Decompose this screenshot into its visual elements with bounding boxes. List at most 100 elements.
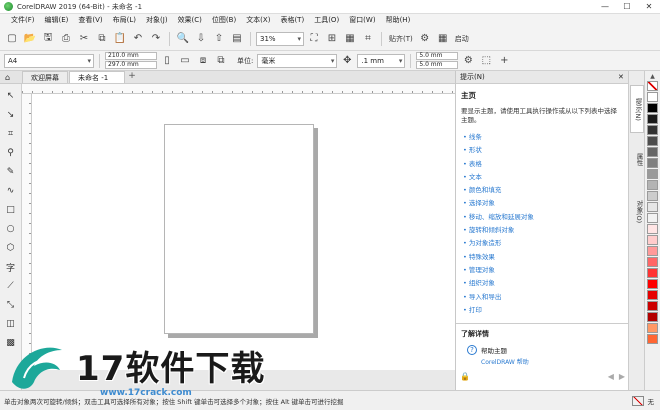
pick-tool-icon[interactable]: ↖ — [3, 88, 19, 104]
new-document-icon[interactable]: ▢ — [4, 31, 20, 47]
add-icon[interactable]: + — [496, 53, 512, 69]
export-icon[interactable]: ⇧ — [211, 31, 227, 47]
color-swatch[interactable] — [647, 136, 658, 146]
home-icon[interactable]: ⌂ — [5, 73, 10, 82]
color-swatch[interactable] — [647, 147, 658, 157]
color-swatch[interactable] — [647, 213, 658, 223]
copy-icon[interactable]: ⧉ — [94, 31, 110, 47]
menu-table[interactable]: 表格(T) — [275, 14, 309, 27]
publish-pdf-icon[interactable]: ▤ — [229, 31, 245, 47]
side-tab-objects[interactable]: 对象(O) — [630, 187, 644, 237]
freehand-tool-icon[interactable]: ✎ — [3, 164, 19, 180]
crop-tool-icon[interactable]: ⌗ — [3, 126, 19, 142]
hint-link-select-objects[interactable]: 选择对象 — [463, 197, 623, 210]
color-swatch[interactable] — [647, 158, 658, 168]
edit-frame-icon[interactable]: ⬚ — [478, 53, 494, 69]
maximize-button[interactable]: ☐ — [616, 0, 638, 14]
menu-object[interactable]: 对象(J) — [141, 14, 173, 27]
hint-link-print[interactable]: 打印 — [463, 304, 623, 317]
menu-window[interactable]: 窗口(W) — [344, 14, 380, 27]
drawing-canvas[interactable] — [32, 94, 455, 370]
undo-icon[interactable]: ↶ — [130, 31, 146, 47]
hint-link-manage-objects[interactable]: 管理对象 — [463, 264, 623, 277]
hint-link-effects[interactable]: 特殊效果 — [463, 251, 623, 264]
help-topic-item[interactable]: ? 帮助主题 CorelDRAW 帮助 — [467, 345, 624, 366]
save-icon[interactable]: 🖫 — [40, 31, 56, 47]
minimize-button[interactable]: — — [594, 0, 616, 14]
hint-link-lines[interactable]: 线条 — [463, 131, 623, 144]
menu-view[interactable]: 查看(V) — [73, 14, 107, 27]
hint-link-text[interactable]: 文本 — [463, 171, 623, 184]
current-page-icon[interactable]: ⧉ — [213, 53, 229, 69]
zoom-level-combo[interactable]: 31% — [256, 31, 304, 46]
duplicate-y-field[interactable]: 5.0 mm — [416, 61, 459, 69]
help-topic-link[interactable]: CorelDRAW 帮助 — [481, 357, 529, 366]
cut-icon[interactable]: ✂ — [76, 31, 92, 47]
unit-combo[interactable]: 毫米 — [257, 53, 338, 68]
hint-link-rotate-skew[interactable]: 旋转和倾斜对象 — [463, 224, 623, 237]
import-icon[interactable]: ⇩ — [193, 31, 209, 47]
color-swatch[interactable] — [647, 114, 658, 124]
menu-tools[interactable]: 工具(O) — [309, 14, 344, 27]
page-size-combo[interactable]: A4 — [4, 53, 94, 68]
full-screen-preview-icon[interactable]: ⛶ — [306, 31, 322, 47]
color-swatch[interactable] — [647, 103, 658, 113]
hint-link-shaping[interactable]: 为对象造形 — [463, 237, 623, 250]
horizontal-ruler[interactable] — [22, 84, 455, 94]
menu-bitmaps[interactable]: 位图(B) — [207, 14, 241, 27]
hint-link-tables[interactable]: 表格 — [463, 158, 623, 171]
color-swatch[interactable] — [647, 290, 658, 300]
fill-none-icon[interactable] — [631, 395, 644, 406]
page-options-icon[interactable]: ⚙ — [460, 53, 476, 69]
options-gear-icon[interactable]: ⚙ — [417, 31, 433, 47]
print-icon[interactable]: ⎙ — [58, 31, 74, 47]
color-swatch[interactable] — [647, 257, 658, 267]
open-folder-icon[interactable]: 📂 — [22, 31, 38, 47]
hint-link-move-scale[interactable]: 移动、缩放和延展对象 — [463, 211, 623, 224]
portrait-orientation-icon[interactable]: ▯ — [159, 53, 175, 69]
menu-edit[interactable]: 编辑(E) — [40, 14, 74, 27]
color-swatch[interactable] — [647, 268, 658, 278]
color-swatch[interactable] — [647, 312, 658, 322]
nudge-distance-field[interactable]: .1 mm — [357, 53, 406, 68]
color-swatch[interactable] — [647, 301, 658, 311]
side-tab-hints[interactable]: 提示(N) — [630, 85, 644, 133]
artistic-media-icon[interactable]: ∿ — [3, 183, 19, 199]
app-launcher-icon[interactable]: ▦ — [435, 31, 451, 47]
duplicate-x-field[interactable]: 5.0 mm — [416, 52, 459, 60]
search-content-icon[interactable]: 🔍 — [175, 31, 191, 47]
close-docker-icon[interactable]: ✕ — [618, 71, 628, 83]
show-guidelines-icon[interactable]: ⌗ — [360, 31, 376, 47]
hint-link-organize-objects[interactable]: 组织对象 — [463, 277, 623, 290]
document-page[interactable] — [164, 124, 314, 334]
snap-to-dropdown[interactable]: 贴齐(T) — [387, 34, 415, 44]
paste-icon[interactable]: 📋 — [112, 31, 128, 47]
color-swatch[interactable] — [647, 191, 658, 201]
hint-link-color-fill[interactable]: 颜色和填充 — [463, 184, 623, 197]
add-tab-icon[interactable]: + — [126, 71, 138, 83]
tab-welcome-screen[interactable]: 欢迎屏幕 — [22, 71, 68, 83]
color-swatch[interactable] — [647, 169, 658, 179]
side-tab-properties[interactable]: 属性 — [630, 141, 644, 177]
menu-effects[interactable]: 效果(C) — [173, 14, 207, 27]
palette-scroll-up-icon[interactable]: ▲ — [650, 73, 655, 81]
polygon-tool-icon[interactable]: ⬡ — [3, 240, 19, 256]
page-width-field[interactable]: 210.0 mm — [105, 52, 157, 60]
color-swatch[interactable] — [647, 224, 658, 234]
menu-text[interactable]: 文本(X) — [241, 14, 275, 27]
zoom-tool-icon[interactable]: ⚲ — [3, 145, 19, 161]
parallel-dimension-icon[interactable]: ⟋ — [3, 278, 19, 294]
redo-icon[interactable]: ↷ — [148, 31, 164, 47]
shape-tool-icon[interactable]: ↘ — [3, 107, 19, 123]
back-arrow-icon[interactable]: ◀ — [608, 372, 614, 381]
forward-arrow-icon[interactable]: ▶ — [619, 372, 625, 381]
hint-link-shapes[interactable]: 形状 — [463, 144, 623, 157]
show-rulers-icon[interactable]: ⊞ — [324, 31, 340, 47]
color-swatch[interactable] — [647, 246, 658, 256]
landscape-orientation-icon[interactable]: ▭ — [177, 53, 193, 69]
hint-link-import-export[interactable]: 导入和导出 — [463, 291, 623, 304]
color-swatch[interactable] — [647, 125, 658, 135]
launch-dropdown[interactable]: 启动 — [453, 34, 471, 44]
no-color-swatch[interactable] — [647, 81, 658, 91]
rectangle-tool-icon[interactable]: □ — [3, 202, 19, 218]
